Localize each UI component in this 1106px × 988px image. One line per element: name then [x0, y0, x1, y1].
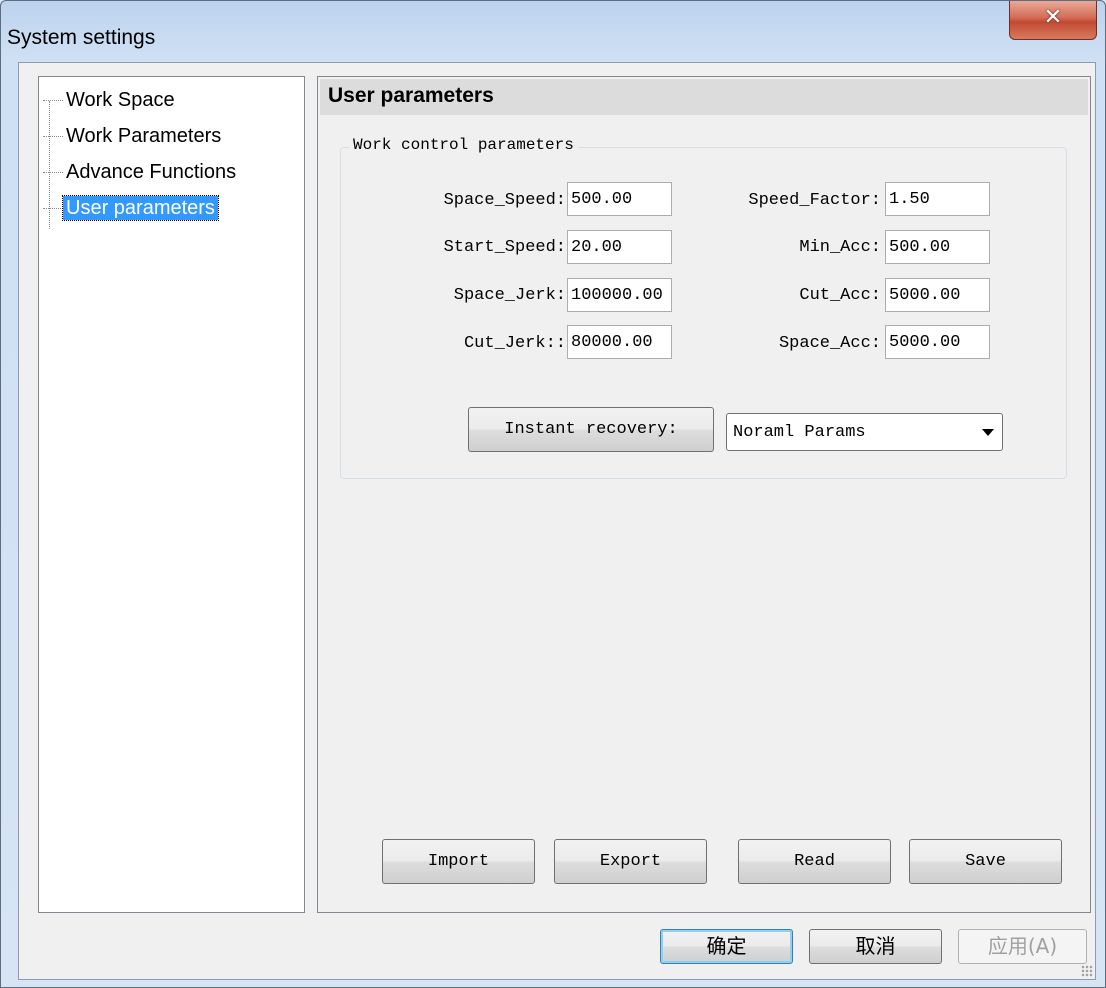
read-button[interactable]: Read: [738, 839, 891, 884]
recovery-select-value: Noraml Params: [733, 423, 866, 442]
apply-button[interactable]: 应用(A): [958, 929, 1087, 964]
import-button[interactable]: Import: [382, 839, 535, 884]
cut-acc-label: Cut_Acc:: [799, 286, 881, 305]
user-parameters-panel: User parameters Work control parameters …: [317, 76, 1091, 913]
cut-acc-input[interactable]: [885, 278, 990, 312]
tree-item-work-parameters[interactable]: Work Parameters: [43, 125, 224, 155]
space-acc-label: Space_Acc:: [778, 334, 881, 353]
close-icon: ✕: [1043, 5, 1063, 30]
space-acc-input[interactable]: [885, 325, 990, 359]
title-bar: System settings ✕: [1, 1, 1105, 61]
cut-jerk-label: Cut_Jerk::: [463, 334, 566, 353]
space-jerk-label: Space_Jerk:: [453, 286, 566, 305]
space-speed-label: Space_Speed:: [443, 191, 566, 210]
speed-factor-input[interactable]: [885, 182, 990, 216]
min-acc-input[interactable]: [885, 230, 990, 264]
tree-item-advance-functions[interactable]: Advance Functions: [43, 161, 239, 191]
chevron-down-icon: [982, 429, 994, 436]
dialog-client-area: Work Space Work Parameters Advance Funct…: [18, 62, 1096, 980]
instant-recovery-button[interactable]: Instant recovery:: [468, 407, 714, 452]
resize-grip-icon[interactable]: [1081, 965, 1093, 977]
recovery-params-select[interactable]: Noraml Params: [726, 413, 1003, 451]
save-button[interactable]: Save: [909, 839, 1062, 884]
tree-item-user-parameters[interactable]: User parameters: [43, 195, 219, 227]
panel-title: User parameters: [328, 84, 494, 107]
speed-factor-label: Speed_Factor:: [748, 191, 881, 210]
work-control-parameters-group: Work control parameters Space_Speed: Sta…: [340, 136, 1067, 479]
ok-button[interactable]: 确定: [660, 929, 793, 964]
window-title: System settings: [7, 26, 156, 49]
space-speed-input[interactable]: [567, 182, 672, 216]
group-label: Work control parameters: [349, 136, 578, 154]
cut-jerk-input[interactable]: [567, 325, 672, 359]
system-settings-window: System settings ✕ Work Space Work Parame…: [0, 0, 1106, 988]
settings-tree: Work Space Work Parameters Advance Funct…: [38, 76, 305, 913]
min-acc-label: Min_Acc:: [799, 238, 881, 257]
panel-header: User parameters: [320, 79, 1088, 115]
cancel-button[interactable]: 取消: [809, 929, 942, 964]
start-speed-label: Start_Speed:: [443, 238, 566, 257]
tree-item-work-space[interactable]: Work Space: [43, 89, 178, 119]
export-button[interactable]: Export: [554, 839, 707, 884]
space-jerk-input[interactable]: [567, 278, 672, 312]
start-speed-input[interactable]: [567, 230, 672, 264]
close-button[interactable]: ✕: [1009, 1, 1097, 40]
